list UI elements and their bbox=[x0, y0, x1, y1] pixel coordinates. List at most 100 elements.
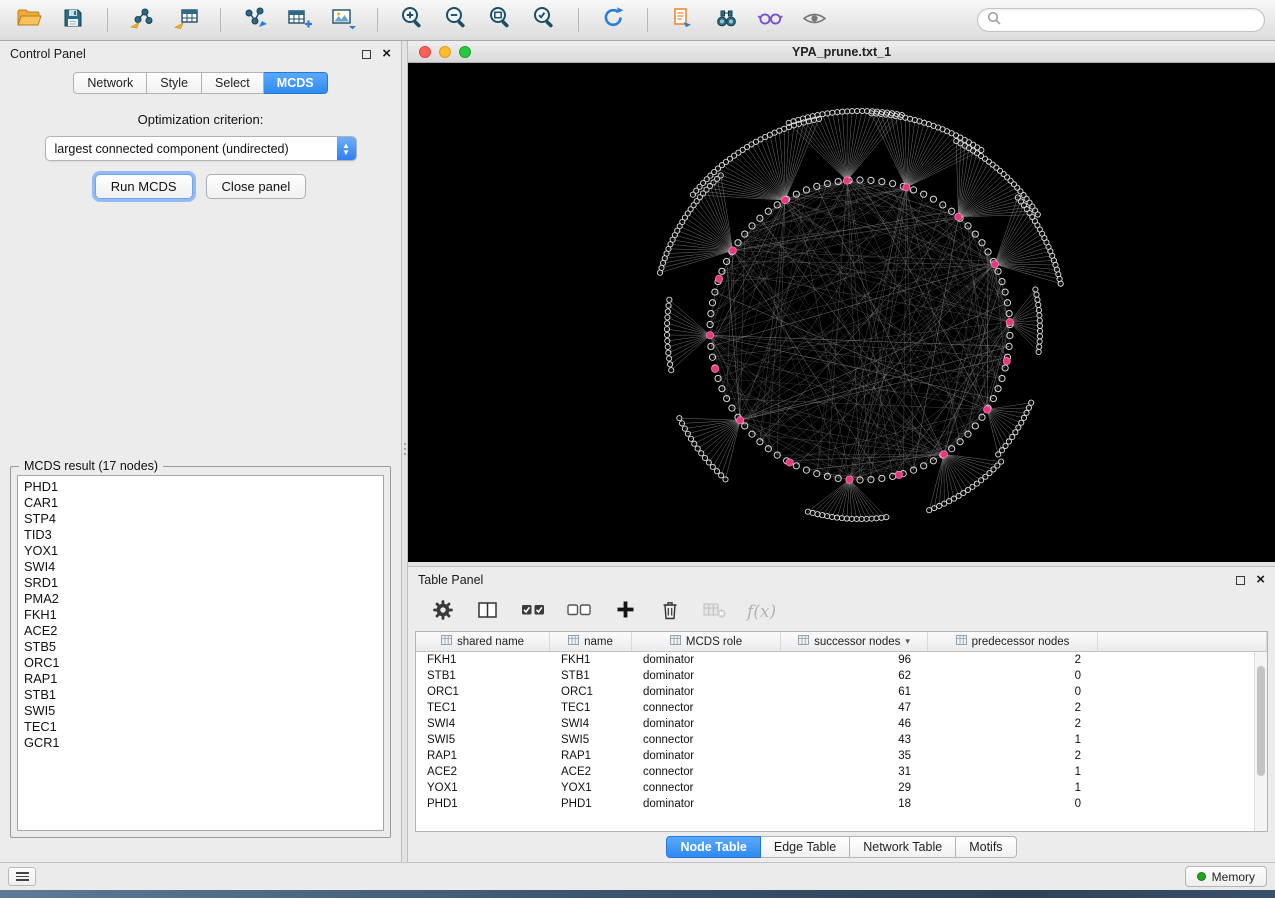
delete-column-trash-button[interactable] bbox=[657, 597, 683, 627]
tab-motifs[interactable]: Motifs bbox=[956, 836, 1016, 858]
search-network-button[interactable] bbox=[707, 4, 745, 36]
export-network-button[interactable] bbox=[236, 4, 274, 36]
float-panel-icon[interactable] bbox=[362, 50, 371, 59]
export-image-button[interactable] bbox=[324, 4, 362, 36]
tab-select[interactable]: Select bbox=[202, 72, 264, 94]
column-layout-button[interactable] bbox=[475, 597, 501, 627]
table-row[interactable]: RAP1RAP1dominator352 bbox=[416, 748, 1254, 764]
open-file-button[interactable] bbox=[10, 4, 48, 36]
save-session-button[interactable] bbox=[54, 4, 92, 36]
mcds-result-node[interactable]: TEC1 bbox=[24, 719, 377, 735]
mcds-result-node[interactable]: ORC1 bbox=[24, 655, 377, 671]
mcds-result-title: MCDS result (17 nodes) bbox=[19, 459, 163, 473]
refresh-button[interactable] bbox=[594, 4, 632, 36]
zoom-out-button[interactable] bbox=[437, 4, 475, 36]
table-row[interactable]: FKH1FKH1dominator962 bbox=[416, 652, 1254, 668]
close-panel-button[interactable]: Close panel bbox=[206, 174, 307, 199]
import-table-button[interactable] bbox=[167, 4, 205, 36]
export-table-button[interactable] bbox=[280, 4, 318, 36]
mcds-result-list[interactable]: PHD1CAR1STP4TID3YOX1SWI4SRD1PMA2FKH1ACE2… bbox=[17, 475, 384, 831]
table-row[interactable]: TEC1TEC1connector472 bbox=[416, 700, 1254, 716]
tab-network-table[interactable]: Network Table bbox=[850, 836, 956, 858]
selected-criterion: largest connected component (undirected) bbox=[55, 142, 289, 156]
mcds-result-node[interactable]: SWI5 bbox=[24, 703, 377, 719]
tab-mcds[interactable]: MCDS bbox=[264, 72, 328, 94]
close-table-panel-icon[interactable]: × bbox=[1256, 575, 1265, 585]
import-network-button[interactable] bbox=[123, 4, 161, 36]
table-cell: 2 bbox=[928, 702, 1098, 714]
table-cell: 1 bbox=[928, 782, 1098, 794]
table-scrollbar-thumb[interactable] bbox=[1257, 666, 1265, 776]
column-header-name[interactable]: name bbox=[550, 632, 632, 651]
mcds-result-node[interactable]: CAR1 bbox=[24, 495, 377, 511]
show-hide-eye-button[interactable] bbox=[795, 4, 833, 36]
tab-style[interactable]: Style bbox=[147, 72, 202, 94]
vizmapper-glasses-button[interactable] bbox=[751, 4, 789, 36]
copy-document-button[interactable] bbox=[663, 4, 701, 36]
table-row[interactable]: YOX1YOX1connector291 bbox=[416, 780, 1254, 796]
mcds-result-node[interactable]: FKH1 bbox=[24, 607, 377, 623]
table-cell: SWI5 bbox=[550, 734, 632, 746]
tab-node-table[interactable]: Node Table bbox=[666, 836, 760, 858]
vertical-splitter[interactable] bbox=[401, 41, 408, 862]
search-input[interactable] bbox=[1007, 13, 1255, 27]
column-header-mcds-role[interactable]: MCDS role bbox=[632, 632, 781, 651]
column-header-shared-name[interactable]: shared name bbox=[416, 632, 550, 651]
mcds-result-node[interactable]: SRD1 bbox=[24, 575, 377, 591]
table-scrollbar[interactable] bbox=[1254, 652, 1267, 831]
mcds-result-node[interactable]: GCR1 bbox=[24, 735, 377, 751]
search-box[interactable] bbox=[977, 8, 1265, 32]
close-panel-icon[interactable]: × bbox=[382, 49, 391, 59]
table-row[interactable]: PHD1PHD1dominator180 bbox=[416, 796, 1254, 812]
table-row[interactable]: ACE2ACE2connector311 bbox=[416, 764, 1254, 780]
mcds-result-node[interactable]: YOX1 bbox=[24, 543, 377, 559]
mcds-result-node[interactable]: RAP1 bbox=[24, 671, 377, 687]
table-panel: Table Panel × f(x) shared namenameMCDS r… bbox=[408, 567, 1275, 862]
table-settings-gear-button[interactable] bbox=[430, 597, 456, 627]
mcds-tab-content: Optimization criterion: largest connecte… bbox=[0, 98, 401, 862]
mcds-result-node[interactable]: STB5 bbox=[24, 639, 377, 655]
table-cell: 0 bbox=[928, 798, 1098, 810]
network-canvas[interactable] bbox=[408, 63, 1275, 562]
panel-menu-button[interactable] bbox=[8, 867, 36, 886]
table-cell: 96 bbox=[781, 654, 928, 666]
table-tabs-bar: Node TableEdge TableNetwork TableMotifs bbox=[408, 832, 1275, 862]
memory-button[interactable]: Memory bbox=[1185, 866, 1267, 887]
table-cell: ORC1 bbox=[416, 686, 550, 698]
toolbar-separator bbox=[220, 8, 221, 32]
float-table-panel-icon[interactable] bbox=[1236, 576, 1245, 585]
select-all-checkbox-button[interactable] bbox=[520, 597, 547, 627]
table-cell: 29 bbox=[781, 782, 928, 794]
mcds-result-node[interactable]: STB1 bbox=[24, 687, 377, 703]
column-header-successor-nodes[interactable]: successor nodes▾ bbox=[781, 632, 928, 651]
table-row[interactable]: SWI5SWI5connector431 bbox=[416, 732, 1254, 748]
table-cell: dominator bbox=[632, 686, 781, 698]
table-cell: PHD1 bbox=[550, 798, 632, 810]
zoom-fit-button[interactable] bbox=[481, 4, 519, 36]
table-row[interactable]: SWI4SWI4dominator462 bbox=[416, 716, 1254, 732]
run-mcds-button[interactable]: Run MCDS bbox=[95, 174, 193, 199]
mcds-result-node[interactable]: PMA2 bbox=[24, 591, 377, 607]
mcds-result-node[interactable]: ACE2 bbox=[24, 623, 377, 639]
optimization-criterion-select[interactable]: largest connected component (undirected)… bbox=[45, 136, 357, 161]
tab-network[interactable]: Network bbox=[73, 72, 147, 94]
delete-table-disabled-icon bbox=[702, 600, 728, 625]
mcds-result-node[interactable]: TID3 bbox=[24, 527, 377, 543]
table-cell: TEC1 bbox=[550, 702, 632, 714]
mcds-result-node[interactable]: STP4 bbox=[24, 511, 377, 527]
import-table-icon bbox=[173, 6, 200, 35]
column-header-predecessor-nodes[interactable]: predecessor nodes bbox=[928, 632, 1098, 651]
deselect-all-checkbox-button[interactable] bbox=[566, 597, 593, 627]
mcds-result-node[interactable]: PHD1 bbox=[24, 479, 377, 495]
zoom-selected-button[interactable] bbox=[525, 4, 563, 36]
mcds-result-node[interactable]: SWI4 bbox=[24, 559, 377, 575]
tab-edge-table[interactable]: Edge Table bbox=[761, 836, 850, 858]
toolbar-separator bbox=[107, 8, 108, 32]
zoom-in-button[interactable] bbox=[393, 4, 431, 36]
table-row[interactable]: STB1STB1dominator620 bbox=[416, 668, 1254, 684]
table-cell: 2 bbox=[928, 750, 1098, 762]
add-column-button[interactable] bbox=[612, 597, 638, 627]
zoom-in-icon bbox=[399, 5, 426, 35]
table-row[interactable]: ORC1ORC1dominator610 bbox=[416, 684, 1254, 700]
table-cell: 18 bbox=[781, 798, 928, 810]
